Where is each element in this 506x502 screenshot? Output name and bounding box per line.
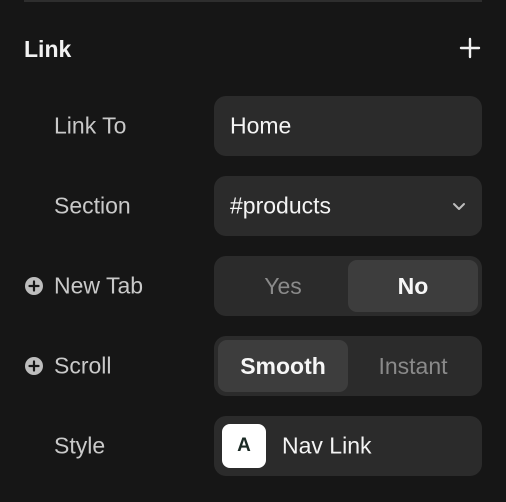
section-row: Section #products	[24, 176, 482, 236]
section-label: Section	[54, 192, 131, 219]
link-to-field[interactable]: Home	[214, 96, 482, 156]
chevron-down-icon	[450, 197, 468, 215]
section-value: #products	[230, 192, 332, 219]
style-badge: A	[222, 424, 266, 468]
link-to-label: Link To	[54, 112, 127, 139]
link-to-row: Link To Home	[24, 96, 482, 156]
plus-circle-icon[interactable]	[24, 276, 44, 296]
link-section-header: Link	[24, 28, 482, 72]
scroll-label: Scroll	[54, 352, 112, 379]
section-select[interactable]: #products	[214, 176, 482, 236]
style-value: Nav Link	[282, 432, 372, 459]
scroll-option-instant[interactable]: Instant	[348, 340, 478, 392]
scroll-toggle[interactable]: Smooth Instant	[214, 336, 482, 396]
scroll-option-smooth[interactable]: Smooth	[218, 340, 348, 392]
section-divider	[24, 0, 482, 2]
link-to-value: Home	[230, 112, 292, 139]
style-row: Style A Nav Link	[24, 416, 482, 476]
scroll-row: Scroll Smooth Instant	[24, 336, 482, 396]
new-tab-option-no[interactable]: No	[348, 260, 478, 312]
style-label: Style	[54, 432, 106, 459]
new-tab-option-yes[interactable]: Yes	[218, 260, 348, 312]
new-tab-row: New Tab Yes No	[24, 256, 482, 316]
new-tab-label: New Tab	[54, 272, 144, 299]
new-tab-toggle[interactable]: Yes No	[214, 256, 482, 316]
section-title: Link	[24, 36, 72, 62]
style-picker[interactable]: A Nav Link	[214, 416, 482, 476]
plus-circle-icon[interactable]	[24, 356, 44, 376]
plus-icon[interactable]	[458, 36, 482, 60]
